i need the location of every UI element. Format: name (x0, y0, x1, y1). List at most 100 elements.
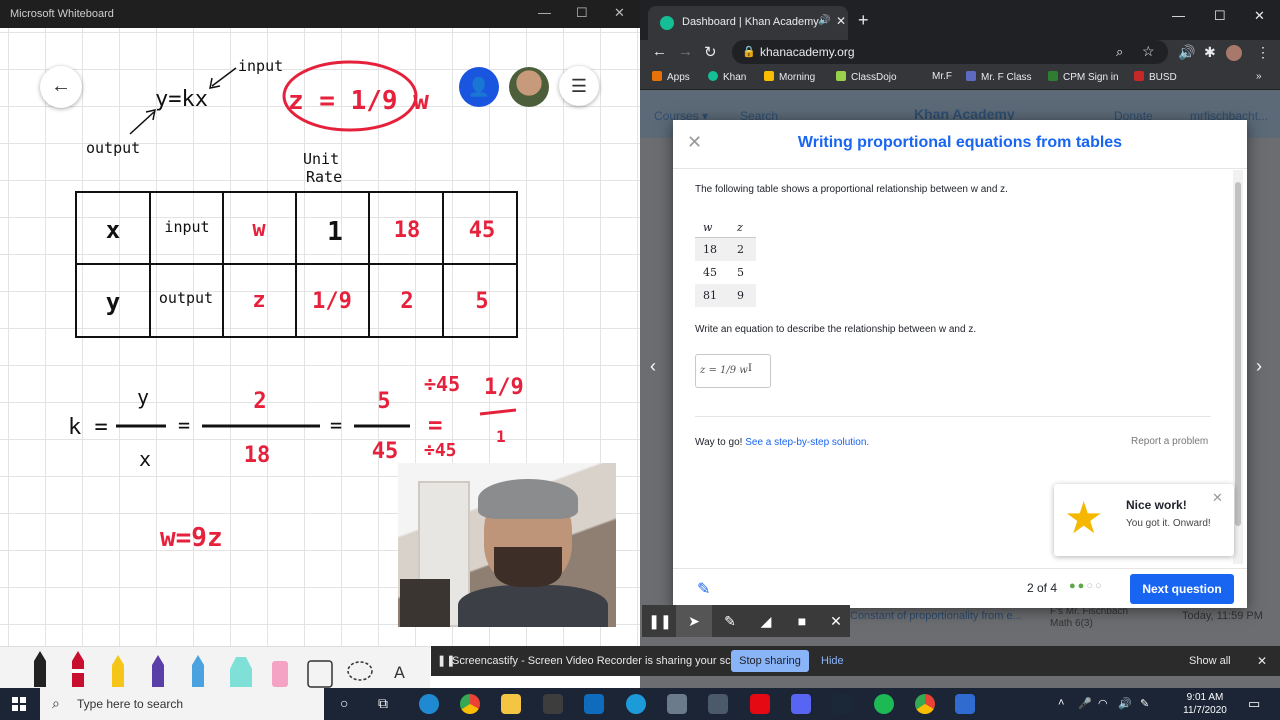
minimize-icon[interactable]: — (1172, 8, 1185, 23)
table-row: 81 9 (695, 284, 756, 307)
invite-button[interactable]: 👤 (459, 67, 499, 107)
speaker-icon[interactable]: 🔊 (1178, 44, 1195, 61)
tab-dashboard[interactable]: Dashboard | Khan Academy 🔊 ✕ (648, 6, 848, 40)
assignment-class: F's Mr. Fischbach Math 6(3) (1050, 606, 1129, 629)
table-cell: 1 (327, 217, 343, 247)
chrome-icon[interactable] (460, 694, 480, 714)
cursor-icon[interactable]: ➤ (676, 605, 712, 637)
steam-icon[interactable] (832, 694, 852, 714)
netflix-icon[interactable] (750, 694, 770, 714)
black-pen-tool[interactable] (34, 651, 46, 687)
task-view-icon[interactable]: ⧉ (378, 695, 388, 712)
notification-icon[interactable]: ▭ (1248, 696, 1260, 712)
modal-scrollbar[interactable] (1233, 170, 1243, 564)
report-link[interactable]: Report a problem (1131, 436, 1208, 447)
store-icon[interactable] (543, 694, 563, 714)
solution-link[interactable]: See a step-by-step solution. (745, 437, 869, 448)
microphone-icon[interactable]: 🎤 (1078, 697, 1092, 710)
taskbar-search[interactable]: ⌕ Type here to search (40, 688, 324, 720)
bookmark-item[interactable]: Apps (652, 71, 690, 83)
app-icon[interactable] (626, 694, 646, 714)
lock-icon[interactable]: 🔒 (742, 45, 756, 58)
exercise-table: wz 18 2 45 5 81 9 (695, 218, 756, 307)
equation-ykx: y=kx (155, 87, 208, 112)
stop-sharing-button[interactable]: Stop sharing (731, 650, 809, 672)
bookmark-item[interactable]: Mr. F Class (966, 71, 1032, 83)
address-bar[interactable]: 🔒 khanacademy.org ⌕ ☆ (732, 40, 1168, 64)
next-question-button[interactable]: Next question (1130, 574, 1234, 604)
star-icon[interactable]: ☆ (1142, 43, 1155, 60)
cortana-icon[interactable]: ○ (340, 695, 348, 711)
back-button[interactable]: ← (40, 66, 82, 108)
webcam-preview[interactable] (398, 463, 616, 627)
windows-start-icon[interactable] (12, 697, 26, 711)
ruler-tool[interactable] (307, 660, 333, 688)
camera-icon[interactable] (708, 694, 728, 714)
answer-input[interactable]: z = 1/9 w I (695, 354, 771, 388)
whiteboard-icon[interactable] (955, 694, 975, 714)
wifi-icon[interactable]: ◠ (1098, 697, 1108, 710)
bookmark-item[interactable]: Mr.F (932, 71, 952, 82)
avatar[interactable] (509, 67, 549, 107)
bookmark-item[interactable]: BUSD (1134, 71, 1177, 83)
discord-icon[interactable] (791, 694, 811, 714)
extensions-icon[interactable]: ✱ (1204, 44, 1216, 61)
eraser-icon[interactable]: ◢ (748, 605, 784, 637)
fraction-numerator: 1/9 (484, 375, 524, 400)
maximize-icon[interactable]: ☐ (1214, 8, 1226, 24)
purple-pen-tool[interactable] (152, 655, 164, 687)
new-tab-button[interactable]: + (858, 10, 869, 31)
chevron-left-icon[interactable]: ‹ (650, 356, 656, 377)
reload-icon[interactable]: ↻ (704, 43, 717, 61)
back-icon[interactable]: ← (652, 43, 667, 60)
speaker-icon[interactable]: 🔊 (818, 15, 830, 26)
clock[interactable]: 9:01 AM 11/7/2020 (1170, 691, 1240, 717)
answer-value: z = 1/9 w (700, 365, 748, 376)
forward-icon[interactable]: → (678, 43, 693, 60)
show-all-button[interactable]: Show all (1189, 655, 1231, 667)
close-icon[interactable]: ✕ (818, 605, 854, 637)
red-pen-tool[interactable] (72, 651, 84, 687)
yellow-pen-tool[interactable] (112, 655, 124, 687)
blue-pen-tool[interactable] (192, 655, 204, 687)
search-icon[interactable]: ⌕ (1116, 44, 1123, 60)
hide-button[interactable]: Hide (821, 655, 844, 667)
ink-toolbar: A (0, 646, 430, 688)
text-tool[interactable]: A (394, 663, 405, 682)
eraser-tool[interactable] (272, 661, 288, 687)
profile-avatar[interactable] (1226, 45, 1242, 61)
bookmark-item[interactable]: CPM Sign in (1048, 71, 1119, 83)
kebab-menu-icon[interactable]: ⋮ (1256, 44, 1270, 61)
fraction-denominator: 45 (372, 439, 399, 464)
calculator-icon[interactable]: ✎ (697, 579, 710, 599)
bookmark-item[interactable]: Morning (764, 71, 815, 83)
output-note: output (86, 139, 140, 157)
camera-icon[interactable]: ■ (784, 605, 820, 637)
volume-icon[interactable]: 🔊 (1118, 697, 1132, 710)
bookmark-item[interactable]: ClassDojo (836, 71, 897, 83)
file-explorer-icon[interactable] (501, 694, 521, 714)
hamburger-icon: ☰ (570, 76, 588, 96)
edge-icon[interactable] (419, 694, 439, 714)
calculator-icon[interactable] (667, 694, 687, 714)
pause-icon[interactable]: ❚❚ (642, 605, 678, 637)
pen-icon[interactable]: ✎ (712, 605, 748, 637)
more-bookmarks-icon[interactable]: » (1256, 71, 1262, 82)
close-tab-icon[interactable]: ✕ (836, 14, 846, 28)
menu-button[interactable]: ☰ (559, 66, 599, 106)
toast-subtitle: You got it. Onward! (1126, 518, 1211, 529)
close-icon[interactable]: ✕ (1257, 654, 1267, 668)
pen-icon[interactable]: ✎ (1140, 697, 1149, 710)
highlighter-tool[interactable] (230, 657, 252, 687)
lasso-tool[interactable] (347, 661, 373, 681)
bookmark-item[interactable]: Khan (708, 71, 746, 83)
svg-text:A: A (394, 663, 405, 682)
chevron-right-icon[interactable]: › (1256, 356, 1262, 377)
chevron-up-icon[interactable]: ˄ (1058, 697, 1064, 709)
mail-icon[interactable] (584, 694, 604, 714)
spotify-icon[interactable] (874, 694, 894, 714)
assignment-title[interactable]: Constant of proportionality from e... (850, 610, 1022, 622)
chrome-icon[interactable] (915, 694, 935, 714)
close-toast-icon[interactable]: ✕ (1212, 490, 1223, 506)
close-icon[interactable]: ✕ (1254, 8, 1265, 24)
